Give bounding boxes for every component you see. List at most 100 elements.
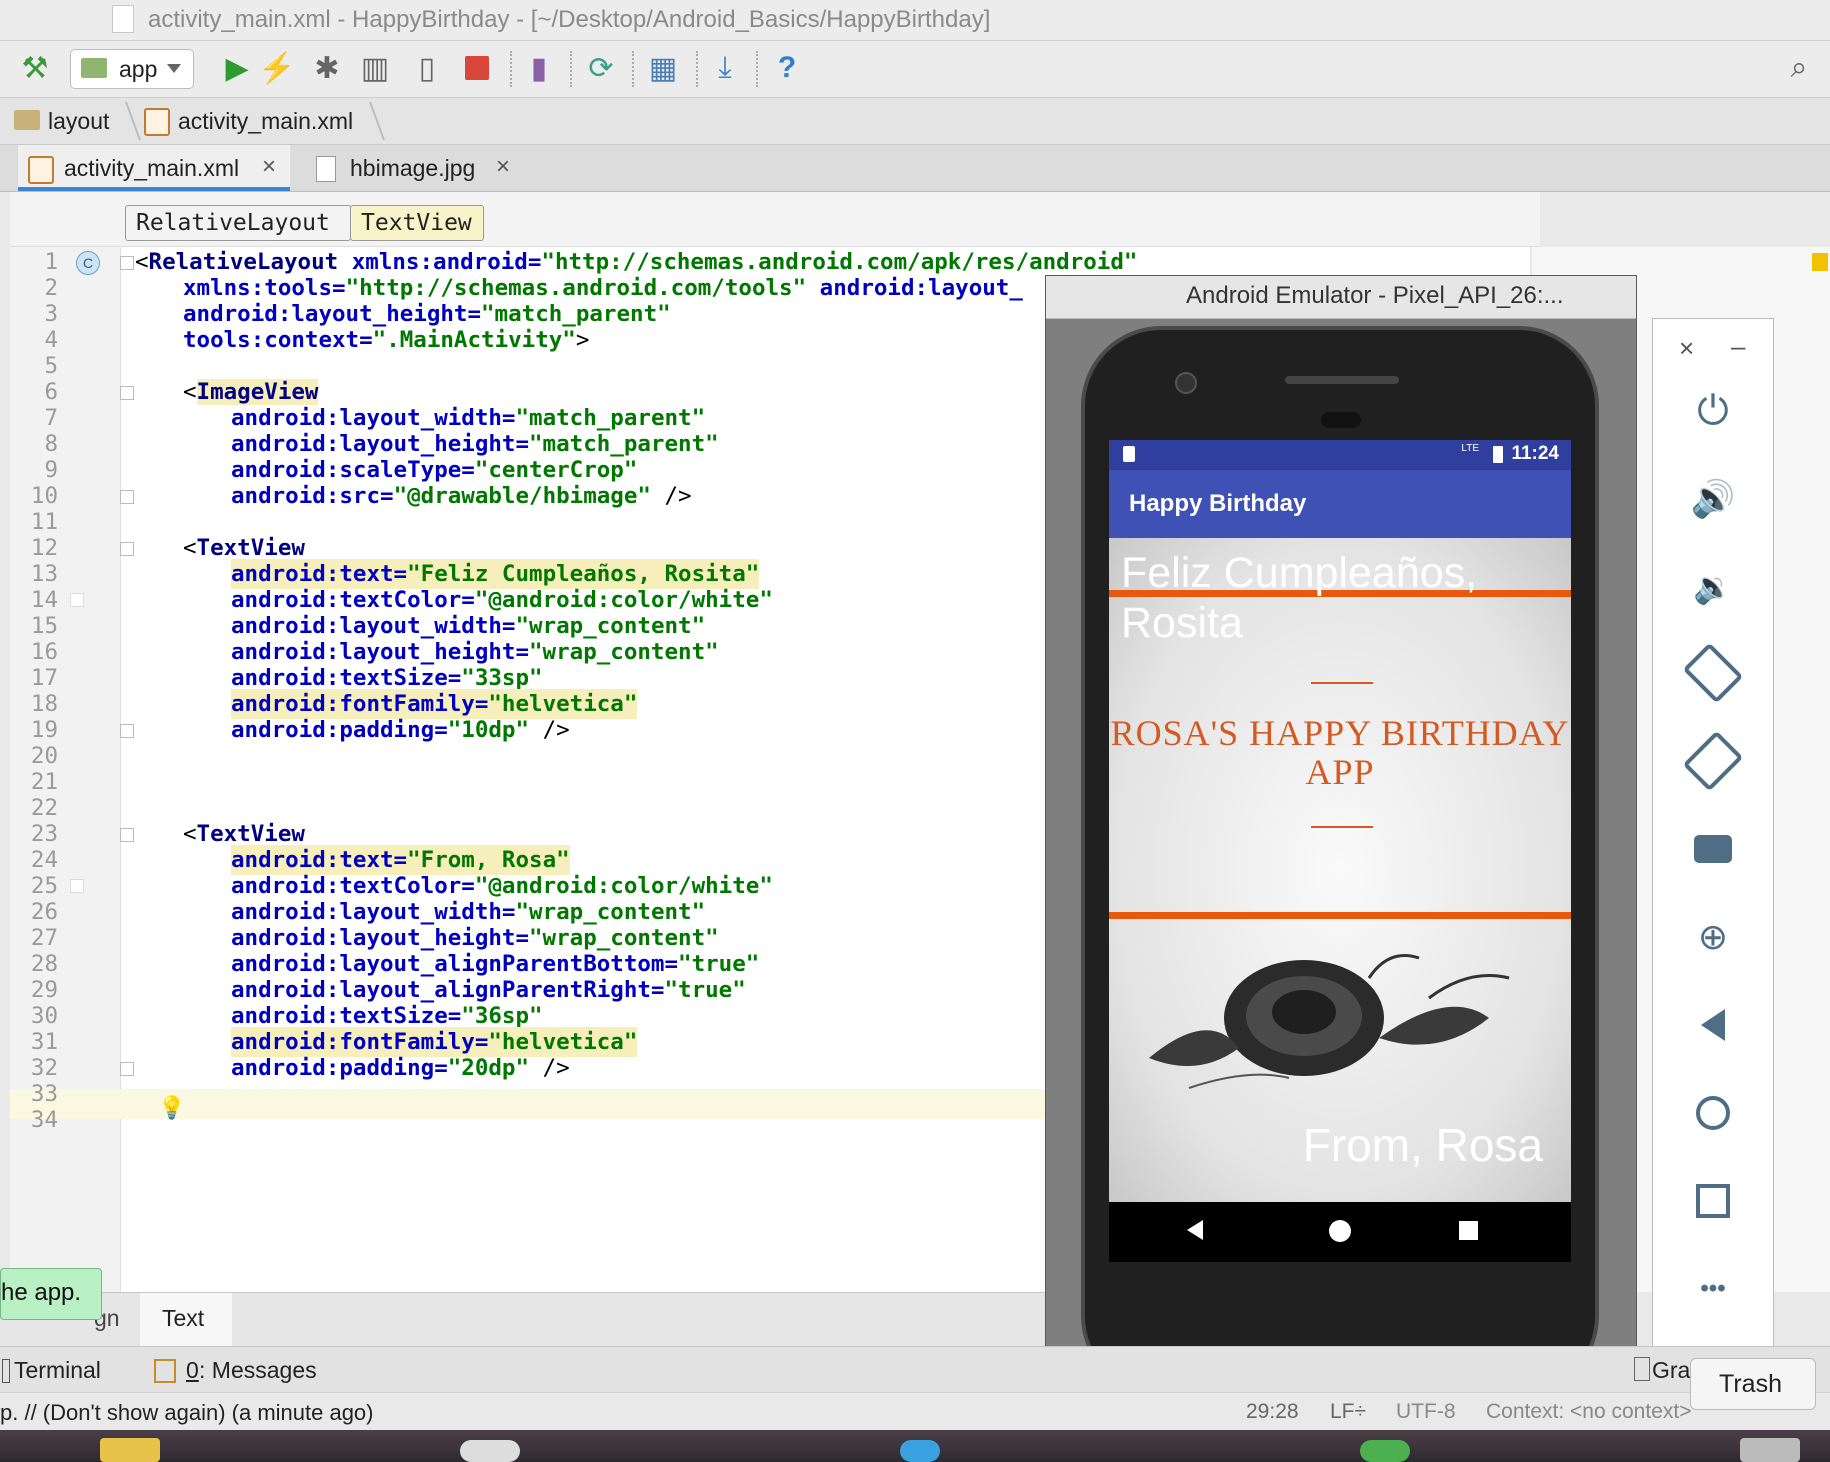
status-bar: LTE 11:24: [1109, 440, 1571, 470]
rotate-right-icon[interactable]: [1653, 730, 1773, 792]
terminal-icon: [2, 1359, 10, 1383]
project-structure-icon[interactable]: ▦: [644, 49, 682, 87]
home-icon[interactable]: [1653, 1083, 1773, 1143]
avd-manager-icon[interactable]: ▮: [520, 49, 558, 87]
caret-position[interactable]: 29:28: [1246, 1400, 1299, 1424]
front-sensor: [1321, 412, 1361, 428]
signature-text: From, Rosa: [1302, 1119, 1543, 1171]
power-icon[interactable]: ⏻: [1653, 381, 1773, 441]
flower-illustration: [1149, 954, 1510, 1089]
rotate-left-icon[interactable]: [1653, 642, 1773, 704]
run-config-select[interactable]: app: [70, 49, 194, 89]
screenshot-icon[interactable]: [1653, 819, 1773, 879]
messages-tab[interactable]: : Messages: [199, 1357, 317, 1384]
editor-tabs: activity_main.xml × hbimage.jpg ×: [0, 145, 1830, 192]
greeting-text: Feliz Cumpleaños, Rosita: [1121, 549, 1478, 647]
apply-changes-icon[interactable]: ⚡: [258, 49, 296, 87]
tab-text[interactable]: Text: [140, 1293, 232, 1347]
xml-element-path: RelativeLayout TextView: [10, 192, 1540, 247]
tab-activity-main[interactable]: activity_main.xml ×: [18, 145, 290, 191]
tab-hbimage[interactable]: hbimage.jpg ×: [300, 145, 530, 191]
sync-gradle-icon[interactable]: ⟳: [582, 49, 620, 87]
trash-tooltip: Trash: [1690, 1358, 1816, 1410]
attach-debugger-icon[interactable]: ▯: [408, 49, 446, 87]
orange-stripe-bottom: [1109, 912, 1571, 919]
volume-up-icon[interactable]: 🔊: [1653, 469, 1773, 529]
module-icon: [81, 58, 107, 78]
phone-frame: LTE 11:24 Happy Birthday ROSA'S HAPPY BI…: [1081, 326, 1599, 1396]
build-hammer-icon[interactable]: ⚒: [16, 49, 54, 87]
search-icon[interactable]: ⌕: [1780, 49, 1818, 87]
gradle-icon: [1634, 1357, 1650, 1381]
terminal-tab[interactable]: Terminal: [14, 1357, 101, 1384]
status-time: 11:24: [1511, 443, 1559, 464]
title-divider-bottom: [1311, 826, 1373, 828]
run-config-label: app: [119, 56, 158, 82]
stop-icon[interactable]: [458, 49, 496, 87]
trash-dock-icon[interactable]: [1740, 1438, 1800, 1462]
color-swatch-icon: [70, 593, 84, 607]
color-swatch-icon: [70, 879, 84, 893]
messages-tab-number[interactable]: 0: [186, 1357, 199, 1384]
dock-app-icon[interactable]: [100, 1438, 160, 1462]
app-bar: Happy Birthday: [1109, 470, 1571, 538]
earpiece: [1285, 376, 1399, 384]
xml-file-icon: [28, 156, 54, 184]
birthday-card-image: ROSA'S HAPPY BIRTHDAY APP Feliz Cumpleañ…: [1109, 538, 1571, 1202]
run-icon[interactable]: ▶: [218, 49, 256, 87]
dock-app-icon[interactable]: [460, 1440, 520, 1462]
tab-label: hbimage.jpg: [350, 155, 476, 181]
messages-icon: [154, 1359, 176, 1383]
signal-icon: LTE: [1461, 443, 1479, 454]
phone-screen[interactable]: LTE 11:24 Happy Birthday ROSA'S HAPPY BI…: [1109, 440, 1571, 1262]
volume-down-icon[interactable]: 🔉: [1653, 557, 1773, 617]
camera-icon: [1175, 372, 1197, 394]
hint-tooltip: he app.: [0, 1268, 102, 1320]
nav-recents-icon[interactable]: [1459, 1221, 1478, 1240]
help-icon[interactable]: ?: [768, 49, 806, 87]
close-tab-icon[interactable]: ×: [262, 153, 276, 181]
emulator-window: Android Emulator - Pixel_API_26:... LTE …: [1045, 275, 1637, 1407]
nav-back-icon[interactable]: [1187, 1220, 1203, 1240]
emulator-controls: × – ⏻ 🔊 🔉 ⊕ •••: [1652, 318, 1774, 1350]
back-icon[interactable]: [1653, 995, 1773, 1055]
more-options-icon[interactable]: •••: [1653, 1259, 1773, 1319]
close-icon[interactable]: ×: [1679, 333, 1694, 364]
app-title: Happy Birthday: [1129, 490, 1307, 517]
emulator-title: Android Emulator - Pixel_API_26:...: [1186, 282, 1564, 309]
window-title-bar: activity_main.xml - HappyBirthday - [~/D…: [0, 0, 1830, 41]
context-indicator[interactable]: Context: <no context>: [1486, 1400, 1691, 1424]
path-relativelayout[interactable]: RelativeLayout: [125, 205, 351, 241]
sdk-manager-icon[interactable]: ⤓: [706, 49, 744, 87]
zoom-icon[interactable]: ⊕: [1653, 907, 1773, 967]
sd-card-icon: [1123, 446, 1135, 462]
xml-file-icon: [144, 108, 170, 136]
breadcrumb: layout activity_main.xml: [0, 98, 1830, 145]
status-message[interactable]: p. // (Don't show again) (a minute ago): [0, 1400, 374, 1426]
nav-home-icon[interactable]: [1329, 1220, 1351, 1242]
file-encoding[interactable]: UTF-8: [1396, 1400, 1456, 1424]
profile-icon[interactable]: ▥: [356, 49, 394, 87]
breadcrumb-layout[interactable]: layout: [48, 108, 109, 135]
gradle-tab[interactable]: Gra: [1652, 1357, 1690, 1384]
dock-app-icon[interactable]: [1360, 1440, 1410, 1462]
minimize-icon[interactable]: –: [1731, 331, 1745, 362]
line-separator[interactable]: LF÷: [1330, 1400, 1366, 1424]
title-divider-top: [1311, 682, 1373, 684]
nav-bar: [1109, 1202, 1571, 1262]
chevron-down-icon: [167, 64, 181, 73]
status-bar: p. // (Don't show again) (a minute ago) …: [0, 1392, 1830, 1431]
emulator-title-bar[interactable]: Android Emulator - Pixel_API_26:...: [1046, 276, 1636, 319]
debug-icon[interactable]: ✱: [308, 49, 346, 87]
image-file-icon: [316, 156, 336, 182]
main-toolbar: ⚒ app ▶ ⚡ ✱ ▥ ▯ ▮ ⟳ ▦ ⤓ ? ⌕: [0, 41, 1830, 98]
overview-icon[interactable]: [1653, 1171, 1773, 1231]
editor-mode-tabs: gn Text: [0, 1292, 1045, 1347]
close-tab-icon[interactable]: ×: [496, 153, 510, 181]
path-textview[interactable]: TextView: [350, 205, 484, 241]
breadcrumb-file[interactable]: activity_main.xml: [178, 108, 353, 135]
folder-icon: [14, 110, 40, 130]
document-icon: [112, 5, 134, 33]
window-title: activity_main.xml - HappyBirthday - [~/D…: [148, 6, 991, 33]
dock-app-icon[interactable]: [900, 1440, 940, 1462]
